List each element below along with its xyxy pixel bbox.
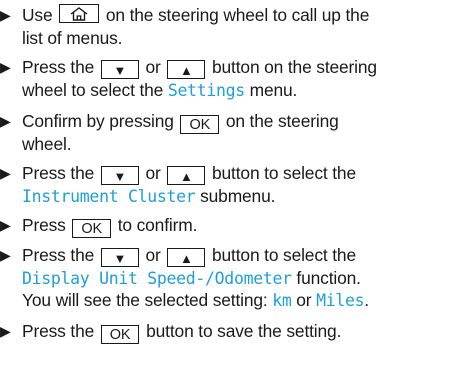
step-3-text-2: on the steering bbox=[221, 111, 339, 131]
bullet-arrow-icon: ▶ bbox=[0, 113, 11, 129]
bullet-arrow-icon: ▶ bbox=[0, 7, 11, 23]
step-2-line-1: ▶ Press the ▼ or ▲ button on the steering bbox=[0, 56, 462, 79]
bullet-arrow-icon: ▶ bbox=[0, 247, 11, 263]
step-2-text-2: or bbox=[140, 57, 166, 77]
step-2-text-1: Press the bbox=[22, 57, 99, 77]
step-4-line-2: Instrument Cluster submenu. bbox=[0, 185, 462, 208]
step-2: ▶ Press the ▼ or ▲ button on the steering… bbox=[0, 56, 462, 101]
step-1-line-1: ▶ Use on the steering wheel to call up th… bbox=[0, 4, 462, 27]
step-4-text-3: button to select the bbox=[207, 163, 356, 183]
down-key: ▼ bbox=[100, 60, 139, 79]
ok-key: OK bbox=[100, 325, 140, 344]
step-4-text-2: or bbox=[140, 163, 166, 183]
home-key bbox=[59, 4, 100, 23]
home-icon bbox=[70, 7, 88, 21]
step-6-text-4: function. bbox=[291, 267, 361, 288]
down-key: ▼ bbox=[100, 166, 139, 185]
step-6-text-1: Press the bbox=[22, 245, 99, 265]
bullet-arrow-icon: ▶ bbox=[0, 323, 11, 339]
up-key: ▲ bbox=[167, 248, 206, 267]
step-1: ▶ Use on the steering wheel to call up th… bbox=[0, 4, 462, 49]
step-6-line-2: Display Unit Speed-/Odometer function. bbox=[0, 267, 462, 290]
bullet-arrow-icon: ▶ bbox=[0, 59, 11, 75]
step-6-text-7: . bbox=[364, 290, 369, 310]
settings-menu-label: Settings bbox=[167, 80, 245, 100]
step-3-line-2: wheel. bbox=[22, 133, 72, 154]
step-5: ▶ Press OK to confirm. bbox=[0, 214, 462, 238]
bullet-arrow-icon: ▶ bbox=[0, 165, 11, 181]
miles-option-label: Miles bbox=[316, 291, 365, 310]
step-7-line-1: ▶ Press the OK button to save the setting… bbox=[0, 320, 462, 344]
step-2-line-2: wheel to select the Settings menu. bbox=[0, 79, 462, 102]
step-6-line-3: You will see the selected setting: km or… bbox=[0, 289, 462, 312]
step-3: ▶ Confirm by pressing OK on the steering … bbox=[0, 110, 462, 155]
step-7: ▶ Press the OK button to save the setting… bbox=[0, 320, 462, 344]
step-6-text-2: or bbox=[140, 245, 166, 265]
step-7-text-2: button to save the setting. bbox=[141, 321, 342, 341]
step-7-text-1: Press the bbox=[22, 321, 99, 341]
step-6-line-1: ▶ Press the ▼ or ▲ button to select the bbox=[0, 244, 462, 267]
step-2-text-3: button on the steering bbox=[207, 57, 377, 77]
step-3-text-1: Confirm by pressing bbox=[22, 111, 179, 131]
step-5-text-1: Press bbox=[22, 215, 71, 235]
up-key: ▲ bbox=[167, 60, 206, 79]
step-2-text-5: menu. bbox=[244, 79, 298, 100]
down-key: ▼ bbox=[100, 248, 139, 267]
step-2-text-4: wheel to select the bbox=[22, 79, 168, 100]
step-6-text-3: button to select the bbox=[207, 245, 356, 265]
step-5-text-2: to confirm. bbox=[113, 215, 198, 235]
step-1-line-2: list of menus. bbox=[22, 27, 123, 48]
up-key: ▲ bbox=[167, 166, 206, 185]
instrument-cluster-label: Instrument Cluster bbox=[22, 186, 196, 206]
step-5-line-1: ▶ Press OK to confirm. bbox=[0, 214, 462, 238]
step-4: ▶ Press the ▼ or ▲ button to select the I… bbox=[0, 162, 462, 207]
step-6-text-5: You will see the selected setting: bbox=[22, 290, 273, 310]
km-option-label: km bbox=[272, 291, 292, 310]
step-4-line-1: ▶ Press the ▼ or ▲ button to select the bbox=[0, 162, 462, 185]
display-unit-label: Display Unit Speed-/Odometer bbox=[22, 268, 292, 288]
step-3-line-1: ▶ Confirm by pressing OK on the steering bbox=[0, 110, 462, 134]
step-1-text-2: on the steering wheel to call up the bbox=[105, 5, 370, 25]
step-4-text-4: submenu. bbox=[195, 185, 276, 206]
bullet-arrow-icon: ▶ bbox=[0, 217, 11, 233]
step-6: ▶ Press the ▼ or ▲ button to select the D… bbox=[0, 244, 462, 312]
ok-key: OK bbox=[72, 219, 112, 238]
step-6-text-6: or bbox=[291, 290, 317, 310]
step-4-text-1: Press the bbox=[22, 163, 99, 183]
ok-key: OK bbox=[180, 115, 220, 134]
step-1-text-1: Use bbox=[22, 5, 58, 25]
